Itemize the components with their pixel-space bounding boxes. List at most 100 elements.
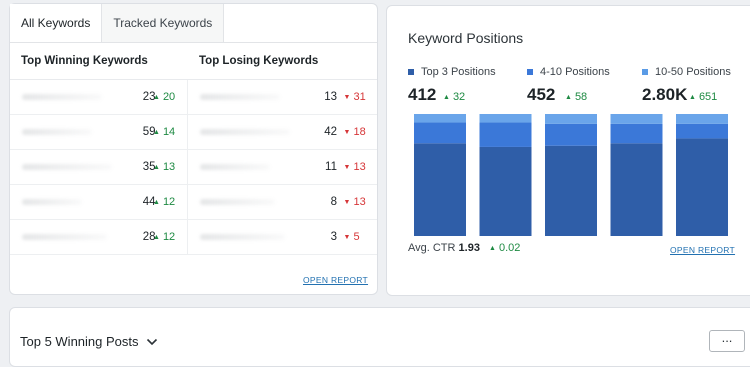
position-change: ▲ 651 xyxy=(689,91,717,103)
keyword-positions-chart xyxy=(414,114,728,236)
winning-keyword-cell: 35 ▲ 13 xyxy=(10,150,188,184)
bar-segment-10-50[interactable] xyxy=(676,114,728,124)
bar-segment-top3[interactable] xyxy=(479,146,532,236)
keyword-text-redacted xyxy=(199,129,290,135)
winning-keyword-change: ▲ 13 xyxy=(153,161,175,173)
losing-keyword-change: ▼ 13 xyxy=(344,196,366,208)
keyword-positions-card: Keyword Positions Top 3 Positions 412 ▲ 32 4… xyxy=(386,5,750,296)
keyword-tabs: All Keywords Tracked Keywords xyxy=(10,4,377,43)
position-change: ▲ 58 xyxy=(565,91,587,103)
down-arrow-icon: ▼ xyxy=(343,94,351,101)
losing-keyword-change: ▼ 31 xyxy=(344,91,366,103)
keyword-row: 35 ▲ 13 11 ▼ 13 xyxy=(10,150,377,185)
keyword-row: 28 ▲ 12 3 ▼ 5 xyxy=(10,220,377,255)
bar-segment-top3[interactable] xyxy=(545,145,597,236)
bar-segment-10-50[interactable] xyxy=(545,114,597,124)
position-change-value: 651 xyxy=(698,91,718,103)
legend-label: Top 3 Positions xyxy=(421,66,496,78)
winning-keywords-header: Top Winning Keywords xyxy=(21,55,148,67)
keyword-row: 23 ▲ 20 13 ▼ 31 xyxy=(10,80,377,115)
winning-posts-card: Top 5 Winning Posts ... xyxy=(9,307,750,367)
losing-keyword-rank: 11 xyxy=(325,161,337,173)
up-arrow-icon: ▲ xyxy=(443,94,450,101)
losing-keyword-cell: 11 ▼ 13 xyxy=(188,150,377,184)
positions-open-report-link[interactable]: OPEN REPORT xyxy=(670,245,735,255)
more-options-button[interactable]: ... xyxy=(709,330,745,352)
winning-keyword-cell: 28 ▲ 12 xyxy=(10,220,188,254)
position-count: 412 xyxy=(408,85,437,104)
winning-keyword-cell: 23 ▲ 20 xyxy=(10,80,188,114)
legend-label: 4-10 Positions xyxy=(540,66,610,78)
losing-keyword-change: ▼ 13 xyxy=(344,161,366,173)
up-arrow-icon: ▲ xyxy=(153,129,160,136)
chevron-down-icon xyxy=(146,338,157,345)
keyword-positions-title: Keyword Positions xyxy=(408,30,524,46)
keyword-text-redacted xyxy=(22,94,102,100)
tab-all-keywords[interactable]: All Keywords xyxy=(10,4,103,42)
losing-keyword-change: ▼ 5 xyxy=(344,231,360,243)
keyword-text-redacted xyxy=(22,234,107,240)
keyword-text-redacted xyxy=(199,94,280,100)
losing-keyword-rank: 3 xyxy=(330,231,337,243)
bar-segment-4-10[interactable] xyxy=(610,123,663,144)
down-arrow-icon: ▼ xyxy=(343,234,351,241)
legend-label: 10-50 Positions xyxy=(655,66,731,78)
bar-segment-4-10[interactable] xyxy=(479,122,532,147)
losing-keyword-rank: 42 xyxy=(324,126,337,138)
keyword-row: 44 ▲ 12 8 ▼ 13 xyxy=(10,185,377,220)
up-arrow-icon: ▲ xyxy=(153,199,160,206)
winning-posts-dropdown[interactable]: Top 5 Winning Posts xyxy=(20,334,158,349)
losing-keyword-change-value: 5 xyxy=(353,231,360,243)
bar-segment-4-10[interactable] xyxy=(414,122,466,144)
down-arrow-icon: ▼ xyxy=(343,199,351,206)
losing-keyword-change-value: 13 xyxy=(353,196,366,208)
tab-tracked-keywords[interactable]: Tracked Keywords xyxy=(102,4,225,42)
losing-keyword-change-value: 31 xyxy=(353,91,366,103)
position-change: ▲ 32 xyxy=(443,91,465,103)
winning-keyword-cell: 59 ▲ 14 xyxy=(10,115,188,149)
keyword-text-redacted xyxy=(22,129,92,135)
winning-keyword-change: ▲ 20 xyxy=(153,91,175,103)
avg-ctr-change-value: 0.02 xyxy=(498,242,521,254)
keywords-card: All Keywords Tracked Keywords Top Winnin… xyxy=(9,3,378,295)
position-change-value: 58 xyxy=(574,91,588,103)
bar-segment-top3[interactable] xyxy=(414,143,466,236)
up-arrow-icon: ▲ xyxy=(689,94,696,101)
bar-segment-4-10[interactable] xyxy=(545,123,597,146)
legend-swatch xyxy=(642,69,648,75)
keywords-open-report-link[interactable]: OPEN REPORT xyxy=(303,275,368,285)
winning-keyword-change: ▲ 12 xyxy=(153,231,175,243)
up-arrow-icon: ▲ xyxy=(153,94,160,101)
bar-segment-top3[interactable] xyxy=(610,143,663,236)
legend-item: 10-50 Positions xyxy=(642,66,731,78)
losing-keyword-rank: 8 xyxy=(330,196,337,208)
winning-keyword-change: ▲ 12 xyxy=(153,196,175,208)
up-arrow-icon: ▲ xyxy=(565,94,572,101)
winning-posts-title: Top 5 Winning Posts xyxy=(20,334,139,349)
bar-segment-top3[interactable] xyxy=(676,138,728,236)
losing-keywords-header: Top Losing Keywords xyxy=(199,55,319,67)
legend-swatch xyxy=(527,69,533,75)
bar-segment-10-50[interactable] xyxy=(479,114,532,123)
legend-swatch xyxy=(408,69,414,75)
losing-keyword-cell: 8 ▼ 13 xyxy=(188,185,377,219)
position-change-value: 32 xyxy=(452,91,466,103)
losing-keyword-cell: 3 ▼ 5 xyxy=(188,220,377,254)
down-arrow-icon: ▼ xyxy=(343,129,351,136)
winning-keyword-change: ▲ 14 xyxy=(153,126,175,138)
losing-keyword-cell: 42 ▼ 18 xyxy=(188,115,377,149)
bar-segment-10-50[interactable] xyxy=(414,114,466,123)
losing-keyword-change: ▼ 18 xyxy=(344,126,366,138)
keyword-row: 59 ▲ 14 42 ▼ 18 xyxy=(10,115,377,150)
losing-keyword-change-value: 18 xyxy=(353,126,366,138)
keyword-text-redacted xyxy=(199,199,275,205)
winning-keyword-cell: 44 ▲ 12 xyxy=(10,185,188,219)
avg-ctr-value: 1.93 xyxy=(458,242,480,254)
keyword-text-redacted xyxy=(199,164,270,170)
winning-keyword-change-value: 13 xyxy=(162,161,176,173)
bar-segment-10-50[interactable] xyxy=(610,114,663,124)
bar-segment-4-10[interactable] xyxy=(676,123,728,139)
avg-ctr: Avg. CTR 1.93 ▲ 0.02 xyxy=(408,242,520,254)
avg-ctr-change: ▲ 0.02 xyxy=(489,242,520,254)
keyword-text-redacted xyxy=(22,199,82,205)
